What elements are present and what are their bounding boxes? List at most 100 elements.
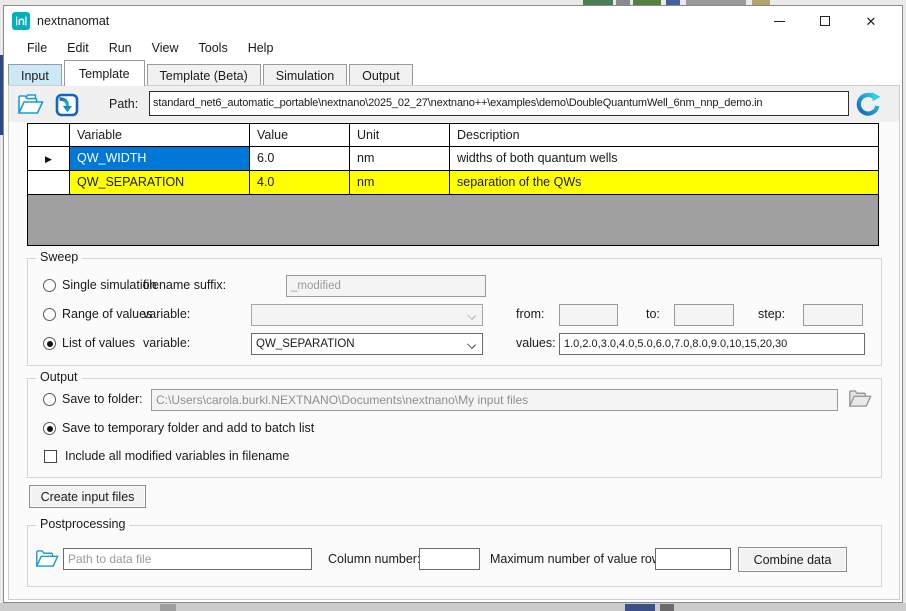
save-to-folder-label: Save to folder: xyxy=(62,392,143,406)
minimize-button[interactable] xyxy=(756,7,802,35)
create-input-files-button[interactable]: Create input files xyxy=(29,485,146,508)
filename-suffix-label: filename suffix: xyxy=(143,278,226,292)
filename-suffix-input[interactable]: _modified xyxy=(286,275,486,297)
data-file-path-input[interactable]: Path to data file xyxy=(63,548,312,570)
cell-description[interactable]: separation of the QWs xyxy=(450,171,878,195)
menu-bar: File Edit Run View Tools Help xyxy=(4,36,902,60)
step-input[interactable] xyxy=(803,304,863,326)
to-input[interactable] xyxy=(674,304,734,326)
menu-edit[interactable]: Edit xyxy=(57,38,99,58)
minimize-icon xyxy=(774,21,785,22)
menu-help[interactable]: Help xyxy=(238,38,284,58)
save-temp-folder-label: Save to temporary folder and add to batc… xyxy=(62,421,314,435)
menu-tools[interactable]: Tools xyxy=(189,38,238,58)
column-header-unit[interactable]: Unit xyxy=(350,124,450,147)
save-to-folder-radio[interactable] xyxy=(43,393,56,406)
desktop-artifact xyxy=(160,604,176,611)
tab-input[interactable]: Input xyxy=(8,64,62,86)
sweep-group-title: Sweep xyxy=(36,250,82,264)
sweep-group: Sweep Single simulation filename suffix:… xyxy=(27,258,882,366)
save-temp-folder-radio[interactable] xyxy=(43,422,56,435)
template-page: Path: standard_net6_automatic_portable\n… xyxy=(8,85,900,600)
output-group: Output Save to folder: C:\Users\carola.b… xyxy=(27,378,882,478)
postprocessing-group: Postprocessing Path to data file Column … xyxy=(27,525,882,587)
save-folder-path-input[interactable]: C:\Users\carola.burkl.NEXTNANO\Documents… xyxy=(151,389,838,411)
cell-variable[interactable]: QW_WIDTH xyxy=(70,147,250,171)
list-of-values-label: List of values xyxy=(62,336,135,350)
range-variable-select[interactable] xyxy=(251,304,483,326)
column-number-input[interactable] xyxy=(419,548,480,570)
open-template-button[interactable] xyxy=(15,90,45,118)
range-variable-label: variable: xyxy=(143,307,190,321)
list-variable-label: variable: xyxy=(143,336,190,350)
chevron-down-icon xyxy=(467,340,476,349)
window-title: nextnanomat xyxy=(37,14,109,28)
range-of-values-radio[interactable] xyxy=(43,308,56,321)
tab-simulation[interactable]: Simulation xyxy=(263,64,347,86)
close-button[interactable]: ✕ xyxy=(848,7,894,35)
row-header[interactable] xyxy=(28,171,70,195)
single-simulation-radio[interactable] xyxy=(43,279,56,292)
cell-value[interactable]: 6.0 xyxy=(250,147,350,171)
max-value-rows-label: Maximum number of value rows: xyxy=(490,552,671,566)
chevron-down-icon xyxy=(467,311,476,320)
tab-strip: Input Template Template (Beta) Simulatio… xyxy=(8,60,898,86)
menu-view[interactable]: View xyxy=(142,38,189,58)
include-variables-checkbox[interactable] xyxy=(44,450,57,463)
tab-output[interactable]: Output xyxy=(349,64,413,86)
desktop-artifact xyxy=(625,604,655,611)
template-toolbar: Path: standard_net6_automatic_portable\n… xyxy=(9,86,899,122)
list-of-values-radio[interactable] xyxy=(43,337,56,350)
open-folder-icon xyxy=(35,548,59,569)
variables-table: Variable Value Unit Description ▶ QW_WID… xyxy=(27,123,879,246)
postprocessing-group-title: Postprocessing xyxy=(36,517,129,531)
list-variable-select[interactable]: QW_SEPARATION xyxy=(251,333,483,355)
cell-description[interactable]: widths of both quantum wells xyxy=(450,147,878,171)
column-header-description[interactable]: Description xyxy=(450,124,878,147)
column-header-variable[interactable]: Variable xyxy=(70,124,250,147)
step-label: step: xyxy=(758,307,785,321)
table-row: QW_SEPARATION 4.0 nm separation of the Q… xyxy=(28,171,878,195)
include-variables-label: Include all modified variables in filena… xyxy=(65,449,289,463)
close-icon: ✕ xyxy=(866,15,877,28)
import-template-button[interactable] xyxy=(51,90,81,118)
cell-variable[interactable]: QW_SEPARATION xyxy=(70,171,250,195)
menu-file[interactable]: File xyxy=(17,38,57,58)
nextnano-logo-icon xyxy=(12,12,30,30)
range-of-values-label: Range of values xyxy=(62,307,152,321)
column-number-label: Column number: xyxy=(328,552,420,566)
browse-folder-button[interactable] xyxy=(848,388,872,414)
current-row-header[interactable]: ▶ xyxy=(28,147,70,171)
cell-unit[interactable]: nm xyxy=(350,171,450,195)
column-header-value[interactable]: Value xyxy=(250,124,350,147)
maximize-icon xyxy=(820,16,830,26)
cell-value[interactable]: 4.0 xyxy=(250,171,350,195)
reload-template-button[interactable] xyxy=(854,90,882,118)
import-icon xyxy=(53,91,80,118)
refresh-icon xyxy=(854,90,882,118)
values-label: values: xyxy=(516,336,556,350)
values-input[interactable]: 1.0,2.0,3.0,4.0,5.0,6.0,7.0,8.0,9.0,10,1… xyxy=(559,333,865,355)
from-label: from: xyxy=(516,307,544,321)
from-input[interactable] xyxy=(559,304,618,326)
desktop-artifact xyxy=(0,603,906,611)
max-value-rows-input[interactable] xyxy=(655,548,731,570)
maximize-button[interactable] xyxy=(802,7,848,35)
to-label: to: xyxy=(646,307,660,321)
title-bar[interactable]: nextnanomat ✕ xyxy=(4,6,902,36)
open-folder-icon xyxy=(17,93,44,116)
open-data-file-button[interactable] xyxy=(35,548,59,574)
cell-unit[interactable]: nm xyxy=(350,147,450,171)
path-label: Path: xyxy=(109,97,138,111)
combine-data-button[interactable]: Combine data xyxy=(738,547,847,572)
tab-template-beta[interactable]: Template (Beta) xyxy=(147,64,261,86)
current-row-marker-icon: ▶ xyxy=(45,154,52,164)
app-window: nextnanomat ✕ File Edit Run View Tools H… xyxy=(3,5,903,603)
table-header-row: Variable Value Unit Description xyxy=(28,124,878,147)
row-header-column xyxy=(28,124,70,147)
desktop-artifact xyxy=(660,604,674,611)
menu-run[interactable]: Run xyxy=(99,38,142,58)
output-group-title: Output xyxy=(36,370,82,384)
path-input[interactable]: standard_net6_automatic_portable\nextnan… xyxy=(149,91,849,116)
tab-template[interactable]: Template xyxy=(64,60,145,86)
